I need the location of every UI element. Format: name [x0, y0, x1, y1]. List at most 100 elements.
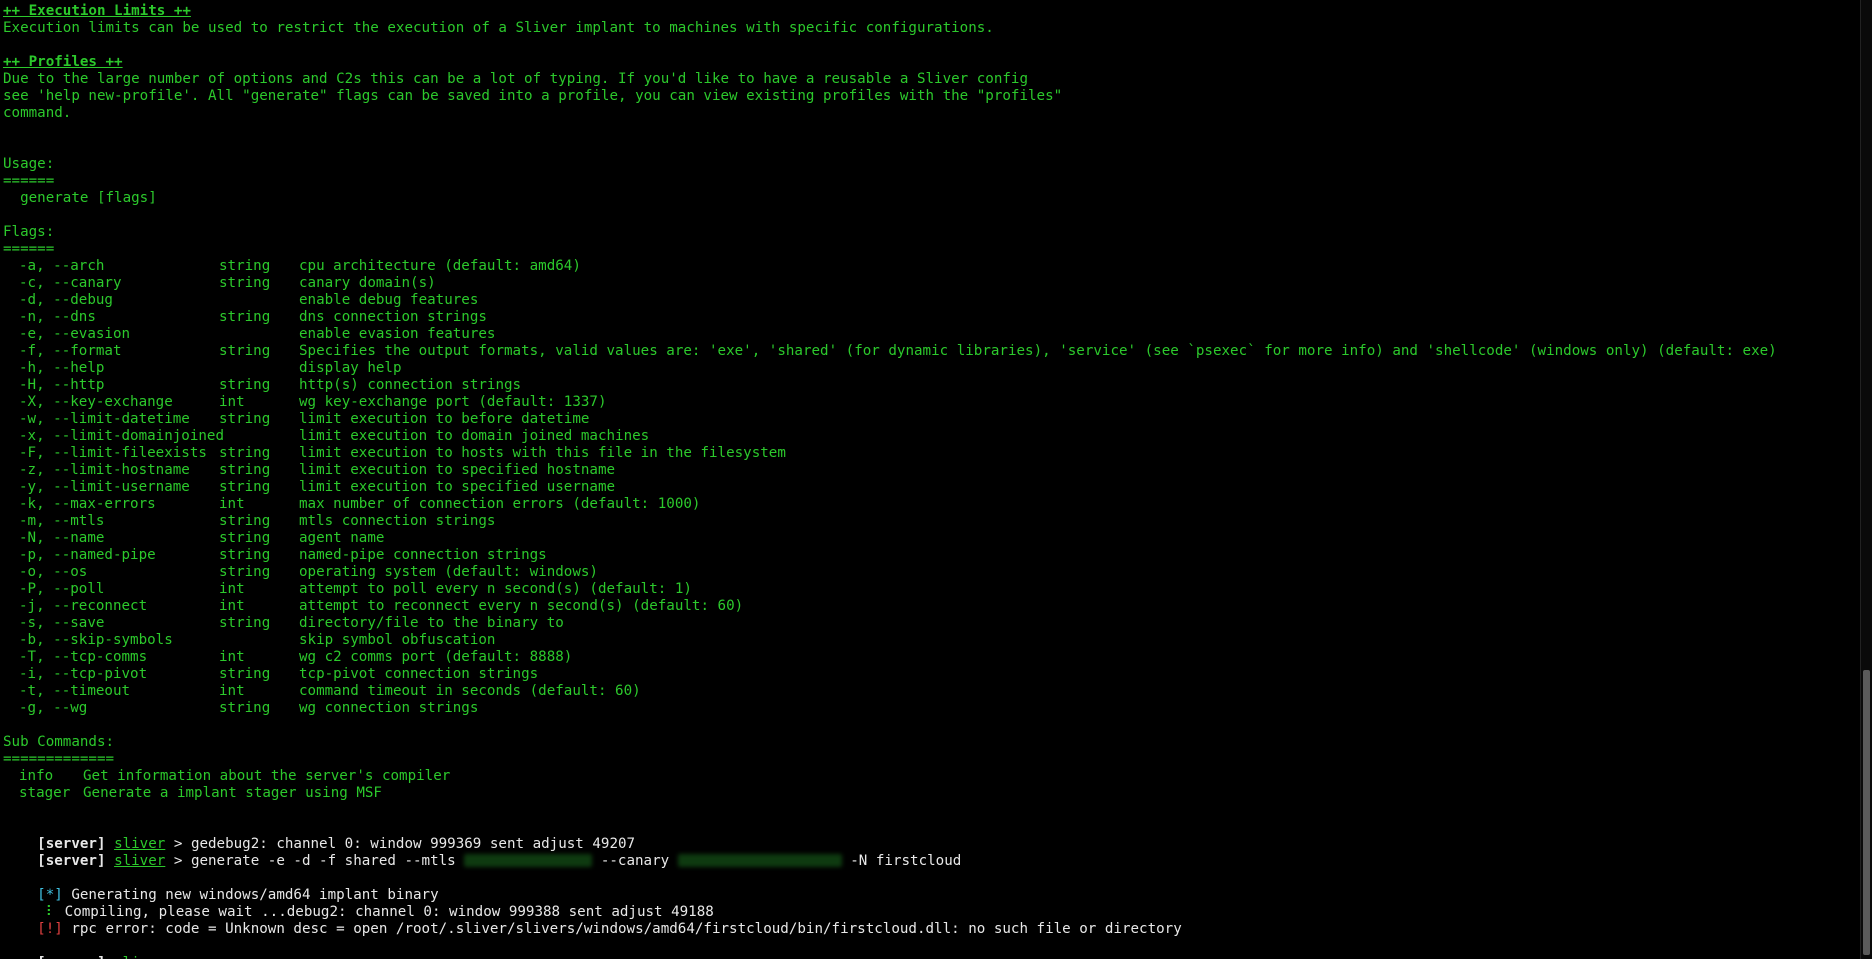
- flags-title: Flags:: [3, 224, 55, 240]
- prompt-line-3[interactable]: [server] sliver >: [3, 938, 191, 959]
- subcommands-rule: =============: [3, 751, 115, 767]
- prompt-server: [server]: [37, 853, 106, 869]
- flag-description: operating system (default: windows): [299, 564, 598, 580]
- flag-name: -y, --limit-username: [19, 479, 190, 495]
- flag-name: -s, --save: [19, 615, 105, 631]
- prompt-context: sliver: [114, 955, 165, 959]
- flag-description: enable debug features: [299, 292, 479, 308]
- flag-name: -d, --debug: [19, 292, 113, 308]
- flag-name: -h, --help: [19, 360, 105, 376]
- flag-description: directory/file to the binary to: [299, 615, 564, 631]
- flag-type: string: [219, 258, 271, 274]
- flag-description: mtls connection strings: [299, 513, 496, 529]
- flag-type: int: [219, 649, 245, 665]
- command-text: --canary: [592, 853, 678, 869]
- prompt-server: [server]: [37, 955, 105, 959]
- prompt-context: sliver: [114, 853, 166, 869]
- flag-name: -f, --format: [19, 343, 122, 359]
- flag-name: -P, --poll: [19, 581, 105, 597]
- flag-name: -F, --limit-fileexists: [19, 445, 207, 461]
- scrollbar[interactable]: [1861, 0, 1872, 959]
- flag-description: attempt to reconnect every n second(s) (…: [299, 598, 744, 614]
- redacted-canary-domain: [677, 854, 842, 867]
- flag-name: -b, --skip-symbols: [19, 632, 173, 648]
- redacted-mtls-host: [464, 854, 593, 867]
- compiling-line: ⠇ Compiling, please wait ...debug2: chan…: [3, 887, 714, 920]
- flag-type: string: [219, 377, 271, 393]
- flag-description: Specifies the output formats, valid valu…: [299, 343, 1777, 359]
- flag-description: wg key-exchange port (default: 1337): [299, 394, 607, 410]
- flag-type: string: [219, 309, 271, 325]
- flag-description: tcp-pivot connection strings: [299, 666, 539, 682]
- flag-type: string: [219, 275, 271, 291]
- prompt-line-1: [server] sliver > gedebug2: channel 0: w…: [3, 819, 635, 852]
- flag-type: string: [219, 700, 271, 716]
- flag-description: dns connection strings: [299, 309, 487, 325]
- flag-name: -z, --limit-hostname: [19, 462, 190, 478]
- subcommand-name: stager: [19, 785, 71, 801]
- flag-description: skip symbol obfuscation: [299, 632, 496, 648]
- flag-description: enable evasion features: [299, 326, 496, 342]
- flag-type: string: [219, 411, 271, 427]
- profiles-heading: ++ Profiles ++: [3, 54, 123, 70]
- flag-type: int: [219, 683, 245, 699]
- error-text: rpc error: code = Unknown desc = open /r…: [62, 921, 1182, 937]
- terminal-window[interactable]: ++ Execution Limits ++ Execution limits …: [0, 0, 1861, 959]
- flag-description: attempt to poll every n second(s) (defau…: [299, 581, 692, 597]
- flag-type: string: [219, 513, 271, 529]
- command-text: generate -e -d -f shared --mtls: [190, 853, 465, 869]
- prompt-line-2: [server] sliver > generate -e -d -f shar…: [3, 836, 961, 869]
- flag-description: display help: [299, 360, 402, 376]
- flag-type: string: [219, 445, 271, 461]
- execution-limits-text: Execution limits can be used to restrict…: [3, 20, 994, 36]
- flag-name: -H, --http: [19, 377, 105, 393]
- flag-name: -i, --tcp-pivot: [19, 666, 148, 682]
- profiles-text-line-3: command.: [3, 105, 72, 121]
- flag-description: wg connection strings: [299, 700, 479, 716]
- prompt-arrow: >: [165, 853, 191, 869]
- flag-name: -j, --reconnect: [19, 598, 148, 614]
- flag-name: -k, --max-errors: [19, 496, 156, 512]
- flag-name: -g, --wg: [19, 700, 88, 716]
- flag-name: -c, --canary: [19, 275, 122, 291]
- flag-description: canary domain(s): [299, 275, 436, 291]
- flag-description: wg c2 comms port (default: 8888): [299, 649, 573, 665]
- flag-type: string: [219, 547, 271, 563]
- flag-type: string: [219, 479, 271, 495]
- flag-description: limit execution to specified hostname: [299, 462, 616, 478]
- flag-name: -a, --arch: [19, 258, 105, 274]
- flag-name: -x, --limit-domainjoined: [19, 428, 224, 444]
- flag-description: http(s) connection strings: [299, 377, 522, 393]
- flag-name: -T, --tcp-comms: [19, 649, 148, 665]
- profiles-text-line-1: Due to the large number of options and C…: [3, 71, 1028, 87]
- flag-type: string: [219, 666, 271, 682]
- flag-type: string: [219, 564, 271, 580]
- flag-description: limit execution to hosts with this file …: [299, 445, 786, 461]
- flag-name: -o, --os: [19, 564, 88, 580]
- subcommand-name: info: [19, 768, 54, 784]
- flag-name: -e, --evasion: [19, 326, 131, 342]
- flag-type: int: [219, 394, 245, 410]
- flag-name: -m, --mtls: [19, 513, 105, 529]
- error-line: [!] rpc error: code = Unknown desc = ope…: [3, 904, 1182, 937]
- flag-type: int: [219, 598, 245, 614]
- command-text: -N firstcloud: [841, 853, 962, 869]
- usage-title: Usage:: [3, 156, 55, 172]
- usage-command: generate [flags]: [3, 190, 157, 206]
- usage-rule: ======: [3, 173, 55, 189]
- flag-description: agent name: [299, 530, 385, 546]
- flag-name: -X, --key-exchange: [19, 394, 173, 410]
- flag-description: limit execution to domain joined machine…: [299, 428, 650, 444]
- flag-name: -w, --limit-datetime: [19, 411, 190, 427]
- flag-name: -N, --name: [19, 530, 105, 546]
- flag-description: named-pipe connection strings: [299, 547, 547, 563]
- flag-description: max number of connection errors (default…: [299, 496, 701, 512]
- flag-description: limit execution to specified username: [299, 479, 616, 495]
- profiles-text-line-2: see 'help new-profile'. All "generate" f…: [3, 88, 1063, 104]
- flag-type: string: [219, 462, 271, 478]
- flag-description: cpu architecture (default: amd64): [299, 258, 581, 274]
- flag-description: limit execution to before datetime: [299, 411, 590, 427]
- flags-rule: ======: [3, 241, 55, 257]
- subcommand-description: Get information about the server's compi…: [83, 768, 451, 784]
- scrollbar-thumb[interactable]: [1863, 670, 1870, 955]
